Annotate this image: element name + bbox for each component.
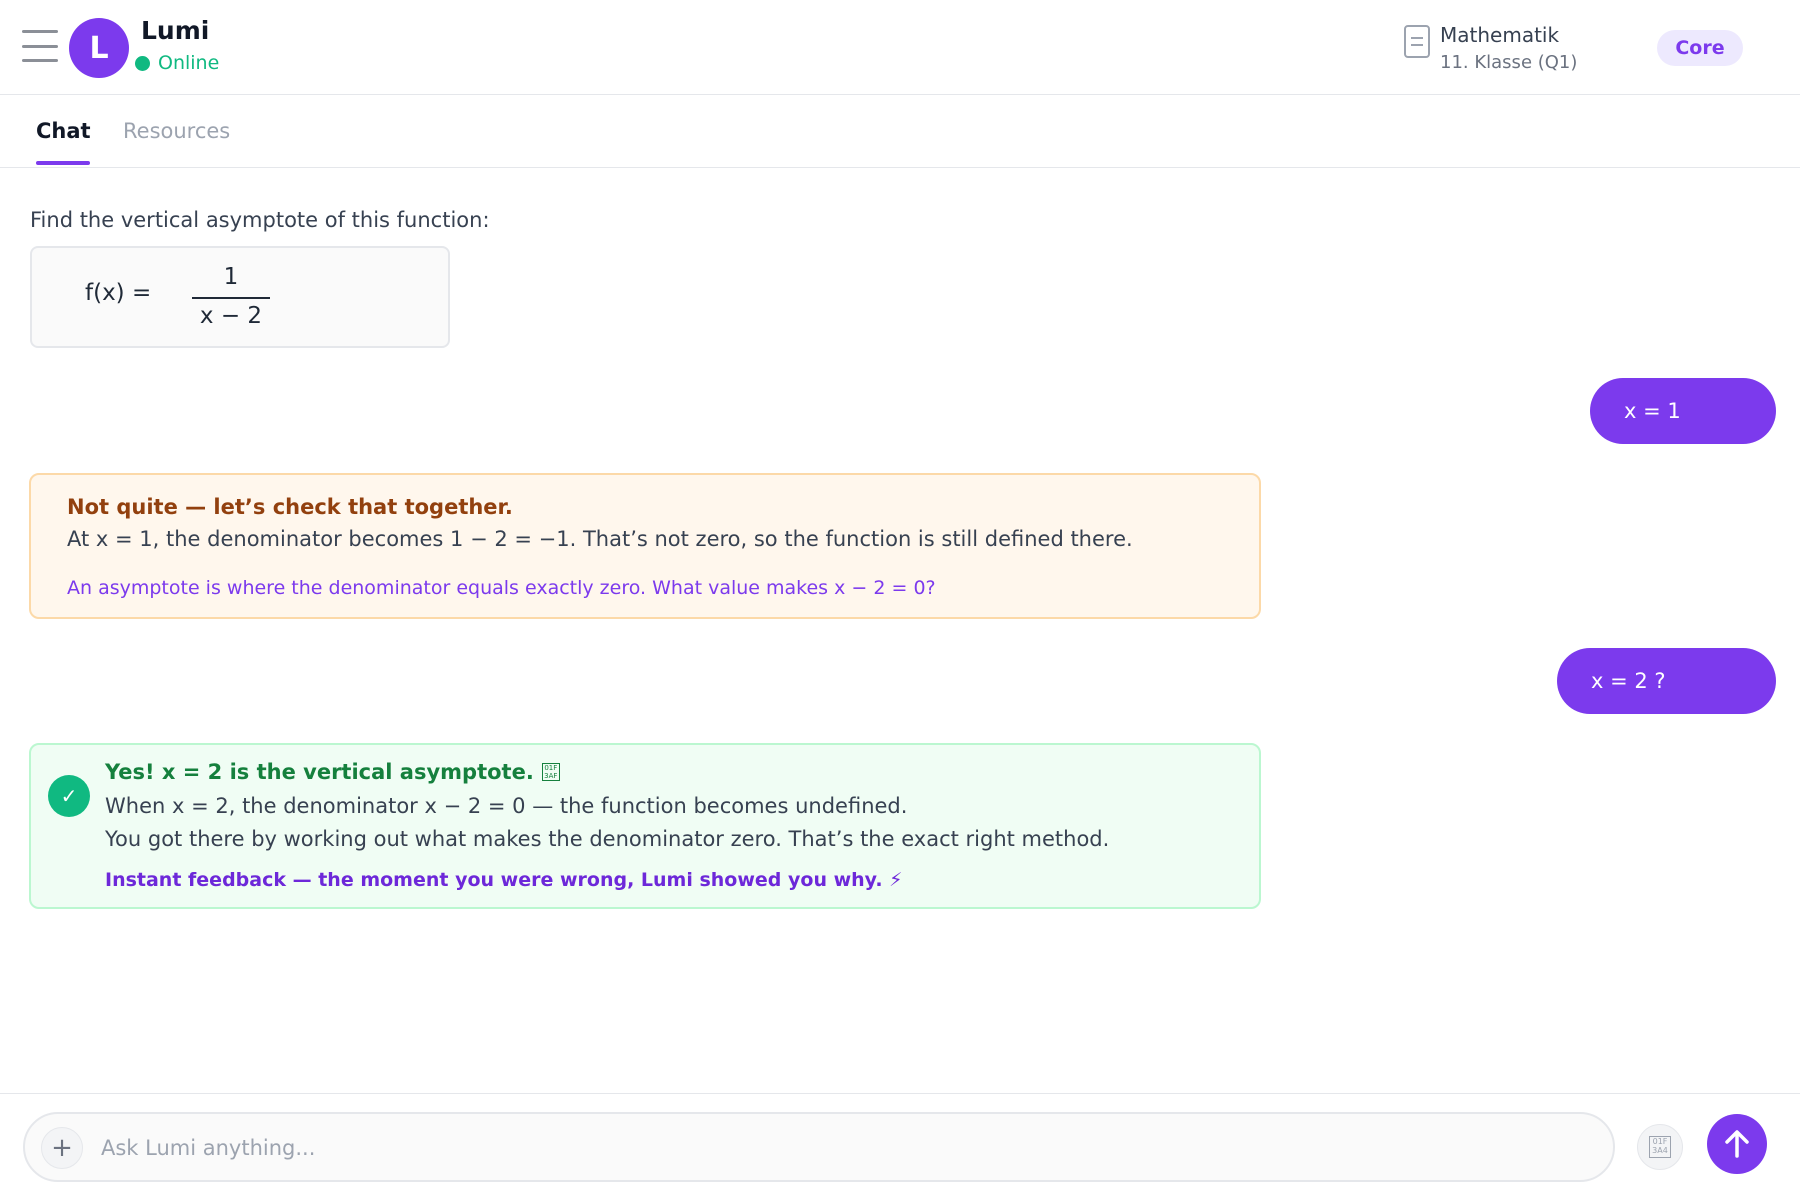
question-prompt: Find the vertical asymptote of this func… <box>30 208 490 232</box>
status-dot-icon <box>135 55 150 71</box>
hamburger-menu-icon[interactable] <box>22 30 58 62</box>
user-message-text: x = 2 ? <box>1591 669 1666 693</box>
feedback-correct-note: Instant feedback — the moment you were w… <box>105 869 903 891</box>
user-message-bubble: x = 2 ? <box>1557 648 1776 714</box>
feedback-incorrect-body: At x = 1, the denominator becomes 1 − 2 … <box>67 527 1133 551</box>
plus-icon[interactable]: + <box>41 1127 83 1169</box>
formula-numerator: 1 <box>223 264 239 290</box>
feedback-correct-title-text: Yes! x = 2 is the vertical asymptote. <box>105 760 534 784</box>
feedback-incorrect-title: Not quite — let’s check that together. <box>67 495 513 519</box>
tab-chat[interactable]: Chat <box>36 119 91 143</box>
arrow-up-icon <box>1725 1130 1749 1158</box>
chat-app: L Lumi Online Mathematik 11. Klasse (Q1)… <box>0 0 1800 1200</box>
avatar: L <box>69 18 129 78</box>
fraction-bar <box>192 297 270 299</box>
formula-lhs: f(x) = <box>85 280 152 306</box>
formula-card: f(x) = 1 x − 2 <box>30 246 450 348</box>
status-label: Online <box>158 52 220 74</box>
feedback-correct-title: Yes! x = 2 is the vertical asymptote. 01… <box>105 760 560 784</box>
tab-bar: Chat Resources <box>0 95 1800 168</box>
active-tab-indicator <box>36 161 90 165</box>
composer-field: + <box>23 1112 1615 1182</box>
celebration-emoji-icon: 01F 3AF <box>541 763 560 781</box>
user-message-text: x = 1 <box>1624 399 1681 423</box>
feedback-hint: An asymptote is where the denominator eq… <box>67 577 936 599</box>
feedback-correct-card: ✓ Yes! x = 2 is the vertical asymptote. … <box>29 743 1261 909</box>
formula-denominator: x − 2 <box>199 303 263 329</box>
online-status: Online <box>135 52 219 74</box>
send-button[interactable] <box>1707 1114 1767 1174</box>
bot-name: Lumi <box>141 16 210 45</box>
tab-resources[interactable]: Resources <box>123 119 230 143</box>
subject-grade: 11. Klasse (Q1) <box>1440 52 1578 73</box>
checkmark-icon: ✓ <box>48 775 90 817</box>
user-message-bubble: x = 1 <box>1590 378 1776 444</box>
subject-title[interactable]: Mathematik <box>1440 23 1559 47</box>
chat-input[interactable] <box>101 1128 1591 1168</box>
header: L Lumi Online Mathematik 11. Klasse (Q1)… <box>0 0 1800 95</box>
tier-badge: Core <box>1657 30 1743 66</box>
feedback-correct-line: You got there by working out what makes … <box>105 827 1110 851</box>
composer-bar: + 01F3A4 <box>0 1093 1800 1200</box>
microphone-icon: 01F 3A4 <box>1649 1136 1671 1158</box>
microphone-button[interactable]: 01F 3A4 <box>1637 1124 1683 1170</box>
document-icon <box>1404 25 1430 58</box>
feedback-incorrect-card: Not quite — let’s check that together. A… <box>29 473 1261 619</box>
feedback-correct-line: When x = 2, the denominator x − 2 = 0 — … <box>105 794 908 818</box>
